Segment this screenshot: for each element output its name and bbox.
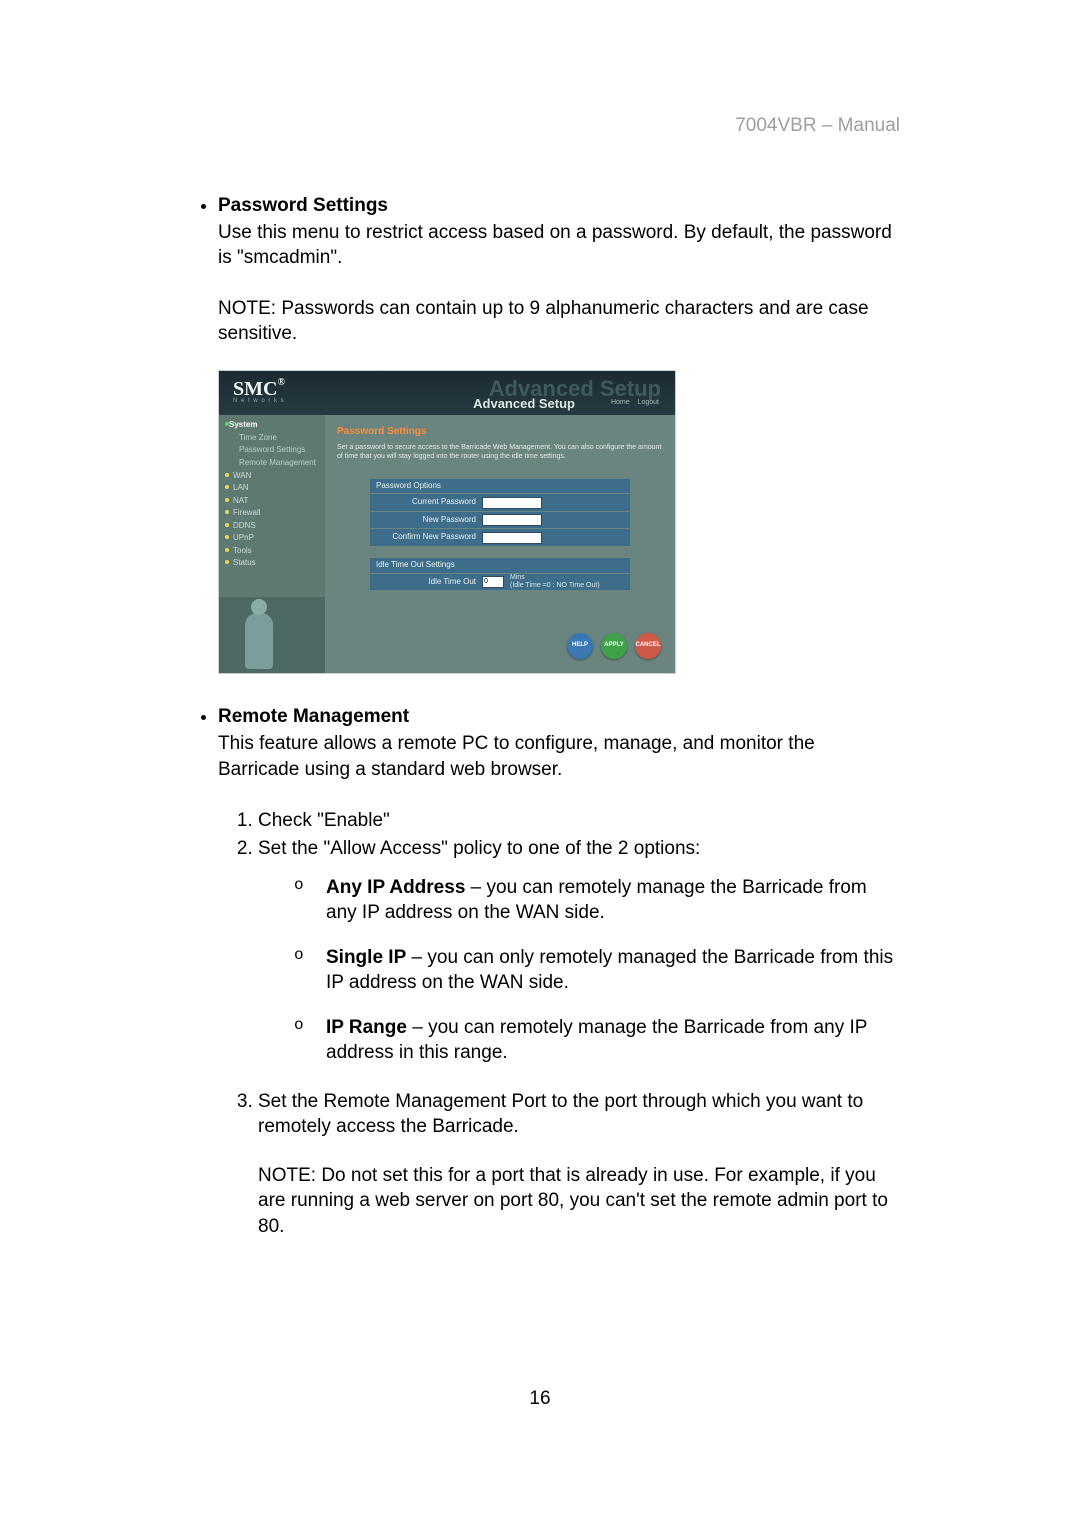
option-single-ip: Single IP – you can only remotely manage… (304, 945, 900, 995)
idle-timeout-note: (Idle Time =0 : NO Time Out) (510, 582, 600, 590)
apply-button[interactable]: APPLY (601, 633, 627, 659)
password-settings-title: Password Settings (218, 195, 388, 216)
confirm-password-label: Confirm New Password (370, 529, 482, 546)
screenshot-header: SMC® N e t w o r k s Advanced Setup Adva… (219, 371, 675, 416)
sidebar-item-upnp[interactable]: UPnP (225, 532, 325, 545)
sidebar-item-wan[interactable]: WAN (225, 470, 325, 483)
sidebar-item-ddns[interactable]: DDNS (225, 520, 325, 533)
header-links: Home Logout (605, 398, 659, 407)
page-number: 16 (0, 1388, 1080, 1410)
current-password-label: Current Password (370, 494, 482, 511)
smc-logo-subtitle: N e t w o r k s (233, 398, 285, 406)
confirm-password-input[interactable] (482, 532, 542, 544)
remote-management-title: Remote Management (218, 706, 409, 727)
page-content: Password Settings Use this menu to restr… (180, 193, 900, 1239)
idle-timeout-unit: Mins (510, 574, 600, 582)
password-settings-note: NOTE: Passwords can contain up to 9 alph… (218, 296, 900, 346)
header-title: Advanced Setup (473, 395, 575, 412)
router-screenshot: SMC® N e t w o r k s Advanced Setup Adva… (218, 370, 676, 674)
remote-management-para: This feature allows a remote PC to confi… (218, 731, 900, 781)
sidebar-item-tools[interactable]: Tools (225, 545, 325, 558)
idle-timeout-header: Idle Time Out Settings (370, 558, 630, 573)
idle-timeout-label: Idle Time Out (370, 574, 482, 591)
sidebar-item-lan[interactable]: LAN (225, 482, 325, 495)
new-password-input[interactable] (482, 514, 542, 526)
idle-timeout-input[interactable]: 0 (482, 576, 504, 588)
cancel-button[interactable]: CANCEL (635, 633, 661, 659)
doc-header: 7004VBR – Manual (735, 115, 900, 137)
step-3-note: NOTE: Do not set this for a port that is… (258, 1163, 900, 1238)
option-ip-range: IP Range – you can remotely manage the B… (304, 1015, 900, 1065)
step-3: Set the Remote Management Port to the po… (258, 1089, 900, 1238)
sidebar-item-nat[interactable]: NAT (225, 495, 325, 508)
sidebar-item-firewall[interactable]: Firewall (225, 507, 325, 520)
screenshot-main: Password Settings Set a password to secu… (325, 415, 675, 673)
logout-link[interactable]: Logout (638, 399, 659, 406)
password-settings-para: Use this menu to restrict access based o… (218, 220, 900, 270)
password-options-header: Password Options (370, 479, 630, 494)
sidebar-item-timezone[interactable]: Time Zone (225, 432, 325, 445)
sidebar-item-system[interactable]: System (225, 419, 325, 432)
main-title: Password Settings (337, 425, 663, 438)
step-2: Set the "Allow Access" policy to one of … (258, 836, 900, 1066)
option-any-ip: Any IP Address – you can remotely manage… (304, 875, 900, 925)
sidebar-item-remote-management[interactable]: Remote Management (225, 457, 325, 470)
screenshot-sidebar: System Time Zone Password Settings Remot… (219, 415, 325, 673)
step-1: Check "Enable" (258, 808, 900, 833)
new-password-label: New Password (370, 512, 482, 529)
sidebar-item-status[interactable]: Status (225, 557, 325, 570)
main-description: Set a password to secure access to the B… (337, 443, 663, 461)
home-link[interactable]: Home (611, 399, 630, 406)
sidebar-item-password-settings[interactable]: Password Settings (225, 444, 325, 457)
sidebar-figure-image (219, 597, 325, 673)
current-password-input[interactable] (482, 497, 542, 509)
help-button[interactable]: HELP (567, 633, 593, 659)
